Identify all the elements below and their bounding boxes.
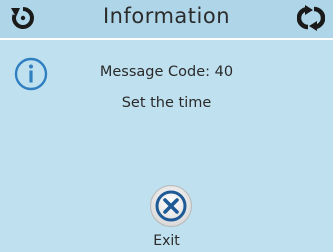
close-x-icon bbox=[150, 185, 192, 227]
header-bar: Information bbox=[0, 0, 333, 40]
refresh-cycle-icon[interactable] bbox=[296, 5, 326, 31]
message-code: Message Code: 40 bbox=[99, 64, 234, 80]
message-text: Set the time bbox=[121, 95, 212, 111]
exit-label: Exit bbox=[153, 233, 180, 249]
exit-button[interactable] bbox=[149, 184, 193, 228]
page-title: Information bbox=[102, 4, 231, 28]
information-screen: Information Message Code: 40 Set the tim… bbox=[0, 0, 333, 252]
